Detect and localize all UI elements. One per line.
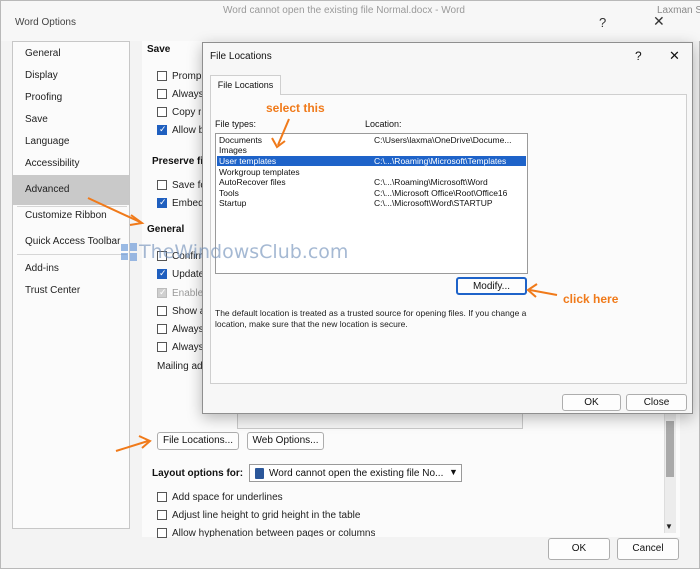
arrow-shaft xyxy=(87,197,141,223)
annotation-arrows xyxy=(87,118,558,452)
arrow-to-modify-button xyxy=(526,283,558,298)
arrow-to-advanced xyxy=(87,197,145,226)
arrow-to-file-locations-button xyxy=(115,435,152,452)
arrow-to-user-templates xyxy=(271,118,290,149)
